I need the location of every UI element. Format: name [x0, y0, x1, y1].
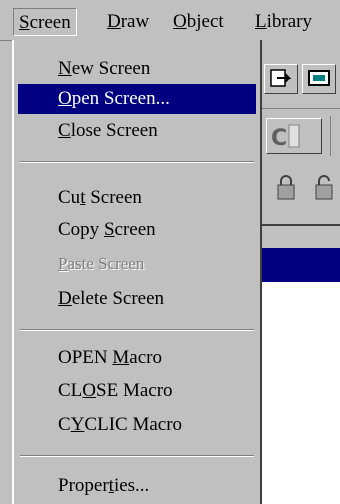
- label-post: ew Screen: [71, 58, 151, 79]
- menu-item-new-screen[interactable]: New Screen: [18, 54, 256, 84]
- label-post: creen: [114, 219, 156, 240]
- menu-screen-label: creen: [29, 12, 71, 33]
- svg-text:C: C: [271, 126, 287, 151]
- screen-menu-dropdown: New Screen Open Screen... Close Screen C…: [12, 40, 262, 504]
- label-hotkey: C: [58, 120, 71, 141]
- menu-item-properties[interactable]: Properties...: [18, 471, 256, 501]
- label-post: ies...: [113, 475, 150, 496]
- label-post: acro: [129, 347, 162, 368]
- lock-icons: [266, 172, 336, 206]
- label-hotkey: S: [103, 219, 115, 240]
- import-icon[interactable]: [264, 64, 298, 94]
- toolbar-divider: [262, 108, 340, 109]
- menu-draw[interactable]: Draw: [102, 8, 154, 36]
- label-pre: Cu: [58, 187, 81, 208]
- compile-icon-glyph: C: [271, 124, 300, 151]
- menu-draw-label: raw: [120, 11, 150, 32]
- toolbar-vertical-divider: [330, 116, 331, 156]
- menu-library-label: ibrary: [266, 11, 312, 32]
- menu-item-copy-screen[interactable]: Copy Screen: [18, 215, 256, 245]
- menu-item-open-macro[interactable]: OPEN Macro: [18, 343, 256, 373]
- workspace-area: [262, 282, 340, 504]
- menu-item-paste-screen: Paste Screen: [18, 249, 256, 279]
- label-pre: CL: [58, 380, 83, 401]
- menu-separator: [20, 455, 254, 457]
- compile-icon[interactable]: C: [266, 118, 322, 154]
- import-icon-glyph: [270, 69, 292, 87]
- label-hotkey: O: [58, 88, 72, 109]
- menu-screen-hotkey: S: [19, 12, 30, 33]
- label-pre: Proper: [58, 475, 109, 496]
- menu-bar: Screen Draw Object Library: [0, 0, 340, 41]
- label-post: SE Macro: [96, 380, 173, 401]
- label-hotkey: M: [112, 347, 130, 368]
- menu-item-cut-screen[interactable]: Cut Screen: [18, 183, 256, 213]
- label-pre: C: [58, 414, 71, 435]
- label-post: aste Screen: [67, 254, 145, 273]
- label-hotkey: N: [58, 58, 72, 79]
- label-post: elete Screen: [71, 288, 165, 309]
- label-post: CLIC Macro: [84, 414, 183, 435]
- menu-item-cyclic-macro[interactable]: CYCLIC Macro: [18, 410, 256, 440]
- menu-draw-hotkey: D: [107, 11, 121, 32]
- screen-icon-glyph: [308, 70, 330, 86]
- menu-screen[interactable]: Screen: [13, 8, 77, 36]
- menu-object-label: bject: [186, 11, 224, 32]
- menu-separator: [20, 329, 254, 331]
- menu-item-open-screen[interactable]: Open Screen...: [18, 84, 256, 114]
- label-hotkey: D: [58, 288, 72, 309]
- label-post: lose Screen: [70, 120, 158, 141]
- label-pre: Copy: [58, 219, 104, 240]
- menu-separator: [20, 161, 254, 163]
- label-hotkey: Y: [70, 414, 85, 435]
- workspace-border: [262, 224, 340, 226]
- lock-icon[interactable]: [266, 172, 336, 206]
- menu-item-close-macro[interactable]: CLOSE Macro: [18, 376, 256, 406]
- label-post: Screen: [85, 187, 142, 208]
- label-hotkey: O: [82, 380, 97, 401]
- menu-item-delete-screen[interactable]: Delete Screen: [18, 284, 256, 314]
- label-pre: OPEN: [58, 347, 113, 368]
- screen-icon[interactable]: [302, 64, 336, 94]
- menu-item-close-screen[interactable]: Close Screen: [18, 116, 256, 146]
- menu-library-hotkey: L: [255, 11, 267, 32]
- label-post: pen Screen...: [71, 88, 170, 109]
- menu-object-hotkey: O: [173, 11, 187, 32]
- workspace-title-bar: [262, 248, 340, 282]
- menu-object[interactable]: Object: [168, 8, 229, 36]
- menu-library[interactable]: Library: [250, 8, 317, 36]
